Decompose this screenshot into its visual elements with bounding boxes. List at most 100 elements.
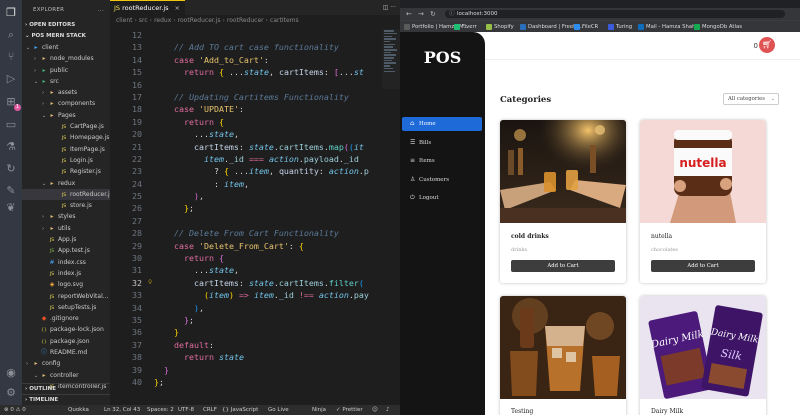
search-icon[interactable]: ⌕	[4, 28, 18, 42]
tree-item[interactable]: JS CartPage.js	[22, 121, 110, 132]
code-line[interactable]: 40};	[110, 376, 400, 388]
tree-item[interactable]: ⌄ ▸ client	[22, 42, 110, 53]
tree-item[interactable]: JS index.js	[22, 268, 110, 279]
nav-item-bills[interactable]: ☰ Bills	[402, 136, 482, 150]
code-line[interactable]: 20 ...state,	[110, 128, 400, 140]
files-icon[interactable]: ❐	[4, 6, 18, 20]
mongodb-icon[interactable]: ❦	[4, 201, 18, 215]
close-icon[interactable]: ×	[175, 1, 180, 15]
forward-icon[interactable]: →	[418, 8, 424, 20]
live-share-icon[interactable]: ↻	[4, 162, 18, 176]
indentation[interactable]: Spaces: 2	[147, 405, 174, 415]
address-bar[interactable]: ⓘ localhost:3000	[445, 10, 785, 18]
tree-item[interactable]: JS Login.js	[22, 155, 110, 166]
tree-item[interactable]: ⌄ ▸ redux	[22, 178, 110, 189]
nav-item-logout[interactable]: ⏻ Logout	[402, 191, 482, 205]
source-control-icon[interactable]: ⑂	[4, 50, 18, 64]
code-line[interactable]: 26 };	[110, 202, 400, 214]
breadcrumb-item[interactable]: client	[116, 17, 132, 24]
code-line[interactable]: 23 ? { ...item, quantity: action.p	[110, 165, 400, 177]
breadcrumb-item[interactable]: cartItems	[270, 17, 299, 24]
code-line[interactable]: 12	[110, 29, 400, 41]
problems-indicator[interactable]: ⊗ 0 ⚠ 0	[4, 405, 26, 415]
code-line[interactable]: 22 item._id === action.payload._id	[110, 153, 400, 165]
tree-item[interactable]: › ▸ assets	[22, 87, 110, 98]
info-icon[interactable]: ⓘ	[449, 10, 455, 18]
back-icon[interactable]: ←	[406, 8, 412, 20]
code-line[interactable]: 14 case 'Add_to_Cart':	[110, 54, 400, 66]
tree-item[interactable]: ⌄ ▸ controller	[22, 370, 110, 381]
code-line[interactable]: 25 ),	[110, 190, 400, 202]
encoding[interactable]: UTF-8	[178, 405, 194, 415]
add-to-cart-button[interactable]: Add to Cart	[651, 260, 755, 272]
breadcrumb-item[interactable]: src	[139, 17, 148, 24]
tree-item[interactable]: ⌄ ▸ src	[22, 76, 110, 87]
more-actions-icon[interactable]: ...	[98, 0, 104, 20]
tree-item[interactable]: JS setupTests.js	[22, 302, 110, 313]
language-mode[interactable]: {} JavaScript	[222, 405, 258, 415]
tree-item[interactable]: JS Register.js	[22, 166, 110, 177]
notifications-icon[interactable]: ♪	[386, 405, 390, 415]
tree-item[interactable]: › ▸ utils	[22, 223, 110, 234]
code-line[interactable]: 16	[110, 79, 400, 91]
reload-icon[interactable]: ↻	[430, 8, 436, 20]
outline-section[interactable]: › OUTLINE	[22, 383, 110, 394]
code-line[interactable]: 39 }	[110, 364, 400, 376]
code-line[interactable]: 29 case 'Delete_From_Cart': {	[110, 240, 400, 252]
code-line[interactable]: 31 ...state,	[110, 264, 400, 276]
docker-icon[interactable]: ✎	[4, 184, 18, 198]
tree-item[interactable]: JS ItemPage.js	[22, 144, 110, 155]
cursor-position[interactable]: Ln 32, Col 43	[104, 405, 140, 415]
project-section[interactable]: ⌄ POS MERN STACK	[22, 31, 110, 42]
run-debug-icon[interactable]: ▷	[4, 72, 18, 86]
split-editor-icon[interactable]: ◫ ···	[383, 0, 396, 15]
tree-item[interactable]: › ▸ config	[22, 358, 110, 369]
code-line[interactable]: 32 💡︎ cartItems: state.cartItems.filter(	[110, 277, 400, 289]
code-line[interactable]: 30 return {	[110, 252, 400, 264]
add-to-cart-button[interactable]: Add to Cart	[511, 260, 615, 272]
tree-item[interactable]: # index.css	[22, 257, 110, 268]
line-ending[interactable]: CRLF	[203, 405, 217, 415]
account-icon[interactable]: ◉	[4, 366, 18, 380]
code-line[interactable]: 28 // Delete From Cart Functionality	[110, 227, 400, 239]
breadcrumb-item[interactable]: rootReducer.js	[178, 17, 221, 24]
tree-item[interactable]: ◆ .gitignore	[22, 313, 110, 324]
category-select[interactable]: All categories ⌄	[723, 93, 779, 105]
timeline-section[interactable]: › TIMELINE	[22, 394, 110, 405]
code-line[interactable]: 35 };	[110, 314, 400, 326]
tree-item[interactable]: JS rootReducer.js	[22, 188, 110, 201]
tree-item[interactable]: ⌄ ▸ Pages	[22, 110, 110, 121]
tree-item[interactable]: {} package-lock.json	[22, 324, 110, 335]
tree-item[interactable]: JS App.test.js	[22, 245, 110, 256]
tree-item[interactable]: › ▸ node_modules	[22, 53, 110, 64]
code-line[interactable]: 17 // Updating Cartitems Functionality	[110, 91, 400, 103]
tree-item[interactable]: › ▸ components	[22, 98, 110, 109]
code-line[interactable]: 33 (item) => item._id !== action.pay	[110, 289, 400, 301]
code-line[interactable]: 36 }	[110, 326, 400, 338]
tree-item[interactable]: JS store.js	[22, 200, 110, 211]
code-line[interactable]: 38 return state	[110, 351, 400, 363]
go-live-button[interactable]: Go Live	[268, 405, 289, 415]
code-line[interactable]: 18 case 'UPDATE':	[110, 103, 400, 115]
minimap[interactable]	[382, 29, 400, 89]
code-line[interactable]: 27	[110, 215, 400, 227]
code-line[interactable]: 37 default:	[110, 339, 400, 351]
code-line[interactable]: 13 // Add TO cart case functionality	[110, 41, 400, 53]
tree-item[interactable]: JS App.js	[22, 234, 110, 245]
code-line[interactable]: 15 return { ...state, cartItems: [...st	[110, 66, 400, 78]
tree-item[interactable]: › ▸ styles	[22, 211, 110, 222]
cart-button[interactable]: 🛒︎	[759, 37, 775, 53]
code-line[interactable]: 24 : item,	[110, 178, 400, 190]
nav-item-home[interactable]: ⌂ Home	[402, 117, 482, 131]
prettier-indicator[interactable]: ✓ Prettier	[336, 405, 363, 415]
breadcrumb-item[interactable]: redux	[154, 17, 171, 24]
nav-item-items[interactable]: ≡ Items	[402, 154, 482, 168]
settings-gear-icon[interactable]: ⚙	[4, 386, 18, 400]
breadcrumb-item[interactable]: rootReducer	[227, 17, 264, 24]
tab-rootreducer[interactable]: JS rootReducer.js ×	[110, 0, 185, 15]
quokka-indicator[interactable]: Quokka	[68, 405, 89, 415]
nav-item-customers[interactable]: ♙ Customers	[402, 173, 482, 187]
ninja-indicator[interactable]: Ninja	[312, 405, 326, 415]
testing-icon[interactable]: ⚗	[4, 140, 18, 154]
open-editors-section[interactable]: › OPEN EDITORS	[22, 20, 110, 31]
